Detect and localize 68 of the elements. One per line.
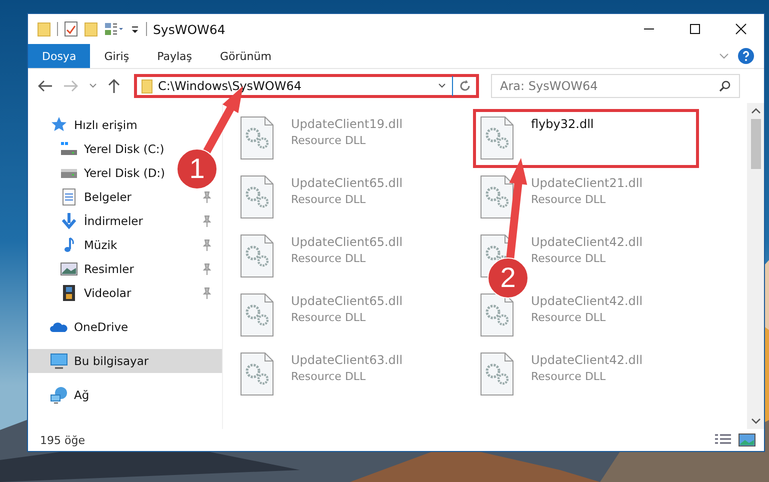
pin-icon[interactable] (202, 191, 212, 203)
checklist-icon[interactable] (64, 21, 78, 37)
dll-file-icon (239, 174, 275, 220)
item-count: 195 öğe (40, 434, 85, 446)
pin-icon[interactable] (202, 287, 212, 299)
sidebar-item[interactable]: OneDrive (28, 315, 174, 339)
file-type: Resource DLL (531, 311, 607, 324)
file-type: Resource DLL (291, 311, 367, 324)
step-number: 1 (188, 152, 206, 186)
dll-file-icon (239, 115, 275, 161)
expand-ribbon-icon[interactable] (718, 51, 730, 61)
monitor-icon (50, 352, 68, 370)
down-arrow-icon (60, 212, 78, 230)
file-type: Resource DLL (531, 252, 607, 265)
sidebar-item[interactable]: Hızlı erişim (28, 113, 174, 137)
scroll-up-icon[interactable] (750, 107, 760, 115)
file-name[interactable]: flyby32.dll (531, 117, 594, 131)
sidebar-item[interactable]: Ağ (28, 383, 174, 407)
drive-icon (60, 140, 78, 158)
dll-file-icon (239, 233, 275, 279)
refresh-icon[interactable] (458, 79, 472, 93)
file-type: Resource DLL (291, 370, 367, 383)
address-bar[interactable]: C:\Windows\SysWOW64 (134, 74, 479, 98)
ribbon-tab[interactable]: Görünüm (206, 44, 286, 68)
search-field[interactable]: Ara: SysWOW64 (491, 74, 740, 98)
pin-icon[interactable] (202, 263, 212, 275)
window-title: SysWOW64 (153, 22, 226, 36)
sidebar-item[interactable]: Yerel Disk (D:) (28, 161, 174, 185)
file-type: Resource DLL (291, 193, 367, 206)
ribbon-tab[interactable]: Giriş (90, 44, 144, 68)
dll-file-icon (479, 115, 515, 161)
scrollbar[interactable] (747, 103, 764, 429)
sidebar-item[interactable]: Belgeler (28, 185, 174, 209)
dll-file-icon (239, 292, 275, 338)
ribbon-tab[interactable]: Paylaş (143, 44, 206, 68)
ribbon-tab[interactable]: Dosya (28, 44, 90, 68)
pin-icon[interactable] (202, 215, 212, 227)
scrollbar-thumb[interactable] (750, 119, 760, 169)
dll-file-icon (479, 174, 515, 220)
back-arrow-icon[interactable] (36, 79, 54, 93)
search-icon (719, 80, 731, 92)
sidebar-item[interactable]: İndirmeler (28, 209, 174, 233)
scroll-down-icon[interactable] (750, 417, 760, 425)
picture-icon (60, 260, 78, 278)
film-icon (60, 284, 78, 302)
file-type: Resource DLL (531, 193, 607, 206)
file-type: Resource DLL (531, 370, 607, 383)
folder-icon (141, 78, 153, 94)
dll-file-icon (479, 292, 515, 338)
sidebar-item[interactable]: Bu bilgisayar (28, 349, 222, 373)
document-icon (60, 188, 78, 206)
dll-file-icon (239, 351, 275, 397)
file-type: Resource DLL (291, 252, 367, 265)
step-number: 2 (499, 261, 517, 295)
sidebar-item[interactable]: Resimler (28, 257, 174, 281)
network-icon (50, 386, 68, 404)
dll-file-icon (479, 351, 515, 397)
file-type: Resource DLL (291, 134, 367, 147)
up-arrow-icon[interactable] (106, 78, 122, 94)
help-icon[interactable] (738, 48, 754, 64)
address-path: C:\Windows\SysWOW64 (158, 79, 302, 93)
pin-icon[interactable] (202, 239, 212, 251)
sidebar-item[interactable]: Müzik (28, 233, 174, 257)
large-icons-view-icon[interactable] (738, 433, 756, 447)
sidebar-item[interactable]: Videolar (28, 281, 174, 305)
properties-icon[interactable] (104, 21, 124, 37)
star-icon (50, 116, 68, 134)
sidebar-item[interactable]: Yerel Disk (C:) (28, 137, 174, 161)
